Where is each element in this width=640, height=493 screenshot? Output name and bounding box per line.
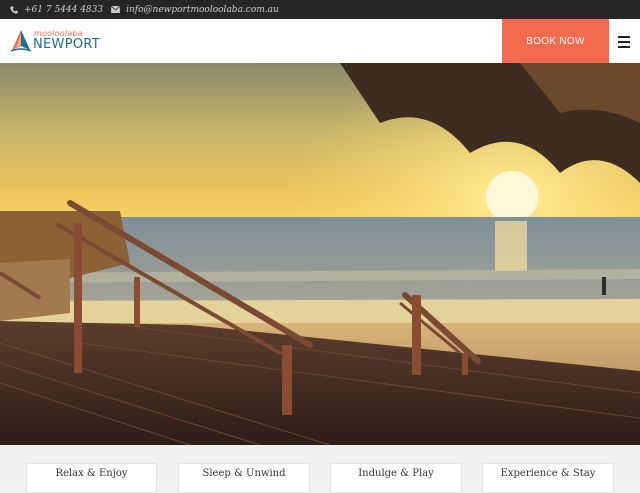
envelope-icon <box>111 6 121 13</box>
contact-bar: +61 7 5444 4833 info@newportmooloolaba.c… <box>0 0 640 19</box>
logo-big-text: NEWPORT <box>33 37 100 52</box>
phone-contact[interactable]: +61 7 5444 4833 <box>10 5 103 15</box>
hamburger-menu-icon[interactable] <box>613 33 635 49</box>
newport-logo[interactable]: mooloolaba NEWPORT <box>10 28 106 54</box>
site-header: mooloolaba NEWPORT BOOK NOW <box>0 19 640 63</box>
email-contact[interactable]: info@newportmooloolaba.com.au <box>111 5 279 15</box>
email-address: info@newportmooloolaba.com.au <box>126 4 279 15</box>
card-indulge[interactable]: Indulge & Play <box>330 463 462 493</box>
card-experience[interactable]: Experience & Stay <box>482 463 614 493</box>
book-now-button[interactable]: BOOK NOW <box>502 19 609 63</box>
sail-logo-icon <box>10 30 32 52</box>
card-label: Relax & Enjoy <box>55 468 128 479</box>
card-label: Indulge & Play <box>358 468 434 479</box>
card-relax[interactable]: Relax & Enjoy <box>26 463 157 493</box>
card-sleep[interactable]: Sleep & Unwind <box>178 463 310 493</box>
feature-cards: Relax & Enjoy Sleep & Unwind Indulge & P… <box>0 445 640 493</box>
phone-number: +61 7 5444 4833 <box>24 4 104 15</box>
card-label: Sleep & Unwind <box>202 468 286 479</box>
hero-image <box>0 63 640 445</box>
phone-icon <box>10 5 18 14</box>
card-label: Experience & Stay <box>500 468 596 479</box>
